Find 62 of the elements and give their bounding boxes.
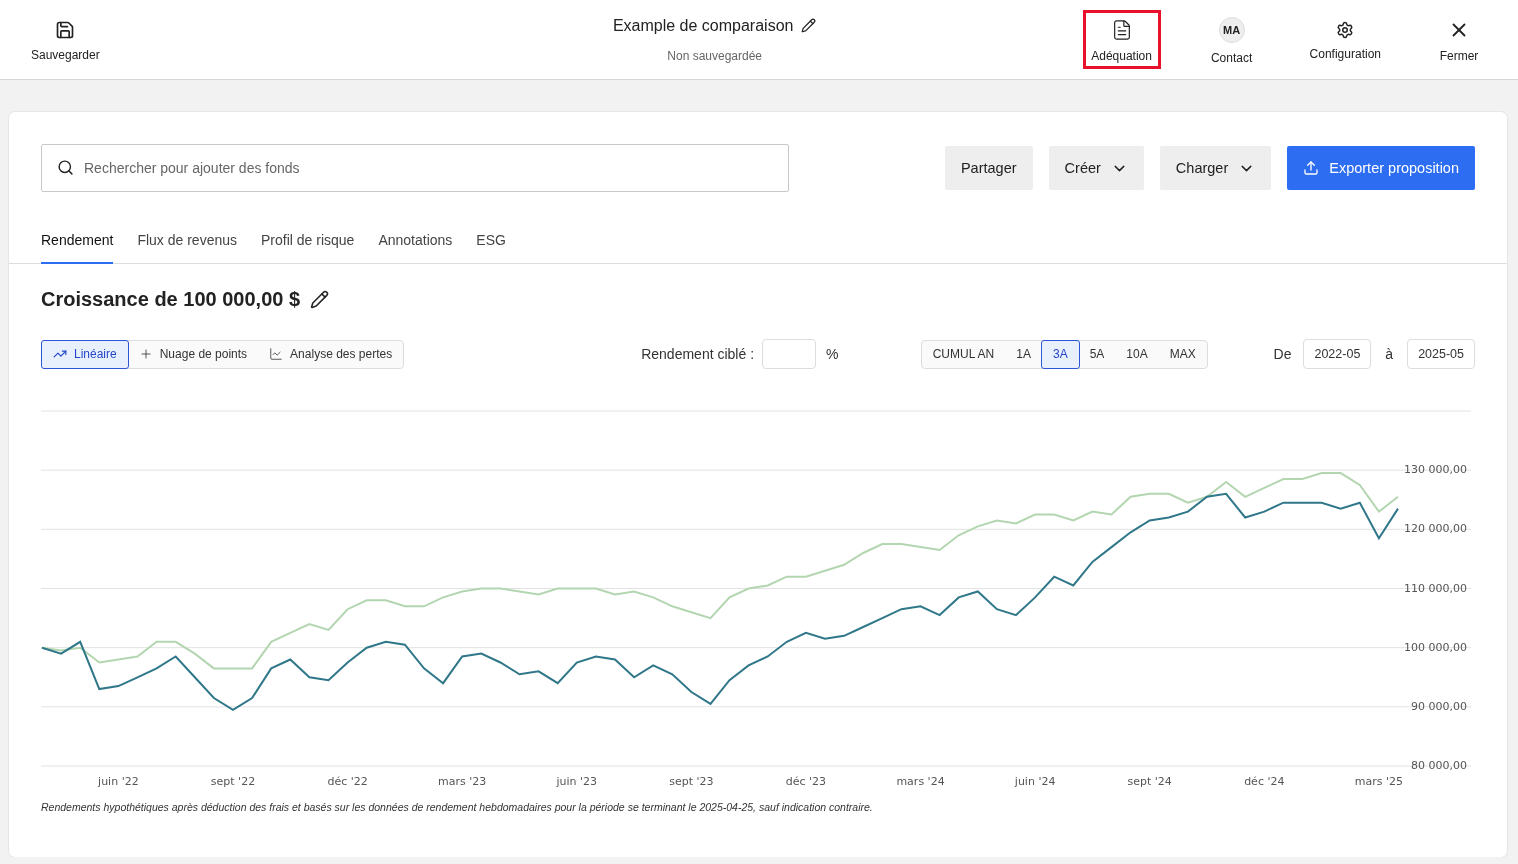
- axis-label: juin '23: [556, 775, 598, 788]
- period-toggle[interactable]: CUMUL AN: [920, 339, 1007, 369]
- from-label: De: [1273, 346, 1292, 362]
- dropdown-button[interactable]: Charger: [1159, 146, 1272, 190]
- save-status: Non sauvegardée: [667, 48, 763, 63]
- dropdown-button[interactable]: Créer: [1048, 146, 1144, 190]
- tab[interactable]: Annotations: [378, 232, 453, 264]
- axis-label: 110 000,00: [1404, 581, 1467, 595]
- axis-label: sept '23: [669, 775, 714, 788]
- unit-label: %: [826, 346, 839, 362]
- axis-label: déc '23: [785, 775, 827, 788]
- view-toggle[interactable]: Nuage de points: [126, 339, 260, 369]
- axis-label: déc '22: [327, 775, 368, 788]
- view-toggle[interactable]: Analyse des pertes: [257, 339, 405, 369]
- axis-label: 130 000,00: [1404, 463, 1467, 477]
- date-field[interactable]: 2022-05: [1303, 339, 1372, 369]
- axis-label: déc '24: [1244, 775, 1285, 788]
- avatar-initials: MA: [1218, 17, 1245, 43]
- edit-icon[interactable]: [801, 18, 817, 33]
- axis-label: 120 000,00: [1404, 522, 1467, 536]
- export-button[interactable]: Exporter proposition: [1287, 146, 1475, 190]
- axis-label: mars '23: [438, 775, 487, 788]
- axis-label: mars '24: [896, 775, 945, 788]
- period-toggle[interactable]: 5A: [1077, 339, 1117, 369]
- tab[interactable]: ESG: [476, 232, 506, 264]
- target-label: Rendement ciblé :: [641, 346, 755, 362]
- axis-label: juin '24: [1014, 775, 1056, 788]
- period-toggle[interactable]: 1A: [1004, 339, 1043, 369]
- axis-label: juin '22: [98, 775, 139, 788]
- upload-icon: [1303, 160, 1320, 176]
- settings-icon: [1336, 21, 1355, 39]
- chart-icon: [269, 347, 284, 361]
- search-icon: [57, 159, 74, 176]
- plus-icon: [138, 347, 153, 361]
- tab[interactable]: Flux de revenus: [137, 232, 237, 264]
- period-toggle[interactable]: 10A: [1114, 339, 1160, 369]
- tab[interactable]: Rendement: [41, 232, 114, 264]
- save-button[interactable]: Sauvegarder: [24, 11, 107, 68]
- header-action[interactable]: Configuration: [1302, 12, 1388, 67]
- axis-label: mars '25: [1354, 775, 1403, 788]
- axis-label: 90 000,00: [1411, 699, 1467, 713]
- axis-label: 100 000,00: [1404, 640, 1467, 654]
- save-icon: [55, 20, 76, 40]
- section-title: Croissance de 100 000,00 $: [41, 288, 301, 311]
- to-label: à: [1385, 346, 1394, 362]
- tab[interactable]: Profil de risque: [261, 232, 355, 264]
- axis-label: 80 000,00: [1411, 759, 1467, 772]
- share-button[interactable]: Partager: [944, 146, 1033, 190]
- view-toggle[interactable]: Linéaire: [41, 339, 129, 369]
- header-action[interactable]: Fermer: [1420, 10, 1498, 69]
- period-toggle[interactable]: MAX: [1157, 339, 1208, 369]
- date-field[interactable]: 2025-05: [1407, 339, 1475, 369]
- header-action[interactable]: Adéquation: [1082, 10, 1161, 69]
- header-action[interactable]: MA Contact: [1192, 8, 1271, 71]
- footnote: Rendements hypothétiques après déduction des frais et basés sur les données de rendement hebdomadaires pour la période se terminant le 2025-04-25, sauf indication contraire.: [41, 801, 874, 813]
- edit-icon[interactable]: [310, 290, 330, 309]
- axis-label: sept '24: [1127, 775, 1172, 788]
- search-field[interactable]: Rechercher pour ajouter des fonds: [41, 144, 789, 192]
- document-title: Example de comparaison: [612, 16, 794, 35]
- axis-label: sept '22: [210, 775, 256, 788]
- period-toggle[interactable]: 3A: [1040, 339, 1080, 369]
- target-field[interactable]: [762, 339, 817, 369]
